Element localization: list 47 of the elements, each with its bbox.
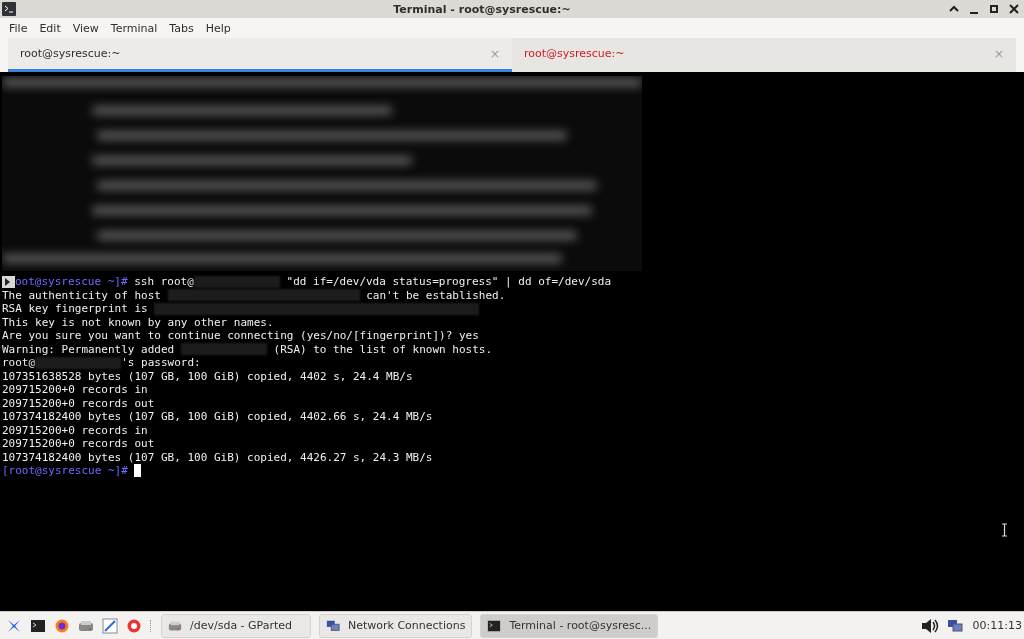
taskbar-window-button[interactable]: Terminal - root@sysresc... [480, 613, 659, 638]
scroll-marker-icon [2, 275, 15, 288]
terminal-icon[interactable] [30, 617, 46, 634]
tab[interactable]: root@sysrescue:~ × [8, 38, 512, 72]
speaker-icon[interactable] [920, 617, 939, 634]
browser-icon[interactable] [54, 617, 70, 634]
terminal-text: 209715200+0 records out [2, 437, 155, 451]
terminal-icon [487, 618, 502, 633]
terminal-text: 107374182400 bytes (107 GB, 100 GiB) copied, 4402.66 s, 24.4 MB/s [2, 410, 433, 424]
terminal-text: 's password: [121, 356, 201, 370]
shell-prompt: oot@sysrescue ~]# [15, 275, 128, 289]
terminal-icon [2, 2, 16, 16]
terminal-text: ssh root@ [133, 275, 194, 289]
terminal-text: root@ [2, 356, 36, 370]
terminal-text: The authenticity of host [2, 288, 162, 302]
menu-item[interactable]: Terminal [104, 21, 164, 35]
menu-item[interactable]: Tabs [163, 21, 200, 35]
terminal-text: "dd if=/dev/vda status=progress" | dd of=/dev/sda [285, 275, 612, 289]
terminal-text: Are you sure you want to continue connecting (yes/no/[fingerprint])? yes [2, 329, 479, 343]
terminal-text: This key is not known by any other names. [2, 315, 274, 329]
terminal-text: RSA key fingerprint is [2, 302, 149, 316]
window-title: Terminal - root@sysrescue:~ [392, 2, 572, 16]
network-icon [326, 618, 340, 633]
terminal-text: 107374182400 bytes (107 GB, 100 GiB) copied, 4426.27 s, 24.3 MB/s [2, 450, 433, 464]
menu-item[interactable]: View [66, 21, 105, 35]
lifebuoy-icon[interactable] [126, 617, 142, 634]
menu-item[interactable]: Help [199, 21, 237, 35]
shell-prompt: [root@sysrescue ~]# [2, 464, 128, 478]
terminal-text: 209715200+0 records in [2, 423, 148, 437]
terminal-text: Warning: Permanently added [2, 342, 176, 356]
terminal-text: (RSA) to the list of known hosts. [272, 342, 493, 356]
terminal-text: 107351638528 bytes (107 GB, 100 GiB) copied, 4402 s, 24.4 MB/s [2, 369, 413, 383]
tab[interactable]: root@sysrescue:~ × [512, 38, 1016, 72]
terminal-text: can't be established. [365, 288, 506, 302]
maximize-icon[interactable] [988, 3, 1000, 15]
text-cursor-icon [1001, 523, 1008, 537]
pen-icon[interactable] [102, 617, 118, 634]
terminal-text: 209715200+0 records out [2, 396, 155, 410]
text-cursor [134, 464, 142, 478]
menu-item[interactable]: File [3, 21, 34, 35]
clock: 00:11:13 [972, 619, 1022, 632]
menu-item[interactable]: Edit [33, 21, 67, 35]
network-icon[interactable] [946, 617, 965, 634]
close-icon[interactable] [1008, 3, 1020, 15]
terminal-text: 209715200+0 records in [2, 383, 148, 397]
taskbar-window-button[interactable]: /dev/sda - GParted [161, 613, 311, 638]
taskbar-window-button[interactable]: Network Connections [319, 613, 473, 638]
